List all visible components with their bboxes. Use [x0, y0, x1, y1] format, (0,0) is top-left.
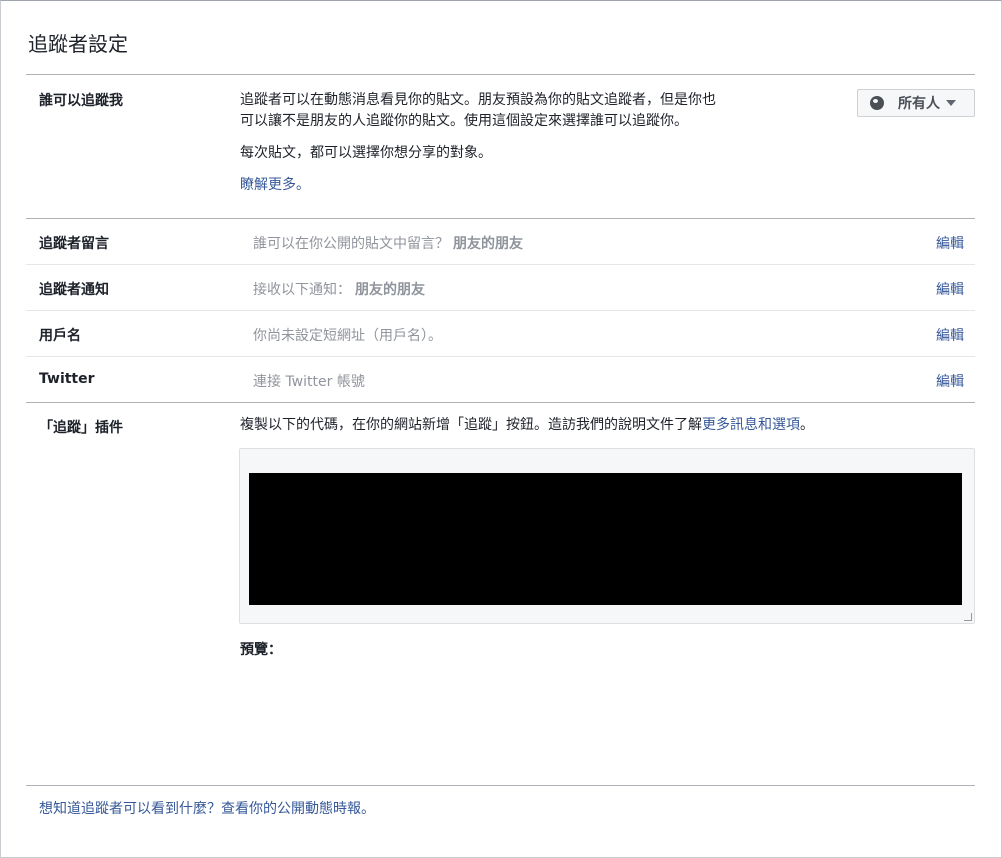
divider — [26, 74, 975, 75]
learn-more-link[interactable]: 瞭解更多。 — [240, 175, 716, 196]
follow-plugin-label: 「追蹤」插件 — [39, 420, 123, 436]
divider — [26, 785, 975, 786]
row-description: 誰可以在你公開的貼文中留言？ 朋友的朋友 — [253, 233, 523, 253]
row-value: 朋友的朋友 — [355, 282, 425, 298]
row-desc-text: 誰可以在你公開的貼文中留言？ — [253, 236, 449, 252]
plugin-description: 複製以下的代碼，在你的網站新增「追蹤」按鈕。造訪我們的說明文件了解更多訊息和選項… — [240, 415, 814, 436]
edit-link[interactable]: 編輯 — [936, 233, 964, 253]
desc-line: 可以讓不是朋友的人追蹤你的貼文。使用這個設定來選擇誰可以追蹤你。 — [240, 113, 688, 129]
caret-down-icon — [946, 100, 956, 106]
more-info-link[interactable]: 更多訊息和選項 — [702, 417, 800, 433]
divider — [26, 264, 975, 265]
row-label: Twitter — [39, 371, 95, 387]
globe-icon — [870, 96, 884, 110]
who-can-follow-description: 追蹤者可以在動態消息看見你的貼文。朋友預設為你的貼文追蹤者，但是你也 可以讓不是… — [240, 90, 716, 196]
divider — [26, 310, 975, 311]
desc-line: 每次貼文，都可以選擇你想分享的對象。 — [240, 145, 492, 161]
row-label: 用戶名 — [39, 328, 81, 344]
row-label: 追蹤者通知 — [39, 282, 109, 298]
desc-line: 追蹤者可以在動態消息看見你的貼文。朋友預設為你的貼文追蹤者，但是你也 — [240, 92, 716, 108]
divider — [26, 402, 975, 403]
divider — [26, 218, 975, 219]
row-label: 追蹤者留言 — [39, 236, 109, 252]
divider — [26, 356, 975, 357]
redacted-code — [249, 473, 962, 605]
preview-label: 預覽： — [240, 642, 282, 658]
who-can-follow-label: 誰可以追蹤我 — [39, 93, 123, 109]
public-timeline-link[interactable]: 想知道追蹤者可以看到什麼？查看你的公開動態時報。 — [39, 799, 375, 820]
page-title: 追蹤者設定 — [28, 32, 128, 56]
audience-label: 所有人 — [898, 96, 940, 112]
row-description: 你尚未設定短網址（用戶名）。 — [253, 328, 442, 344]
resize-handle[interactable] — [964, 613, 972, 621]
row-description: 連接 Twitter 帳號 — [253, 374, 365, 390]
edit-link[interactable]: 編輯 — [936, 325, 964, 345]
row-description: 接收以下通知： 朋友的朋友 — [253, 279, 425, 299]
edit-link[interactable]: 編輯 — [936, 371, 964, 391]
plugin-code-textarea[interactable] — [239, 448, 975, 624]
edit-link[interactable]: 編輯 — [936, 279, 964, 299]
row-value: 朋友的朋友 — [453, 236, 523, 252]
period: 。 — [800, 417, 814, 433]
row-desc-text: 接收以下通知： — [253, 282, 351, 298]
plugin-desc-text: 複製以下的代碼，在你的網站新增「追蹤」按鈕。造訪我們的說明文件了解 — [240, 417, 702, 433]
audience-selector-button[interactable]: 所有人 — [857, 89, 975, 117]
